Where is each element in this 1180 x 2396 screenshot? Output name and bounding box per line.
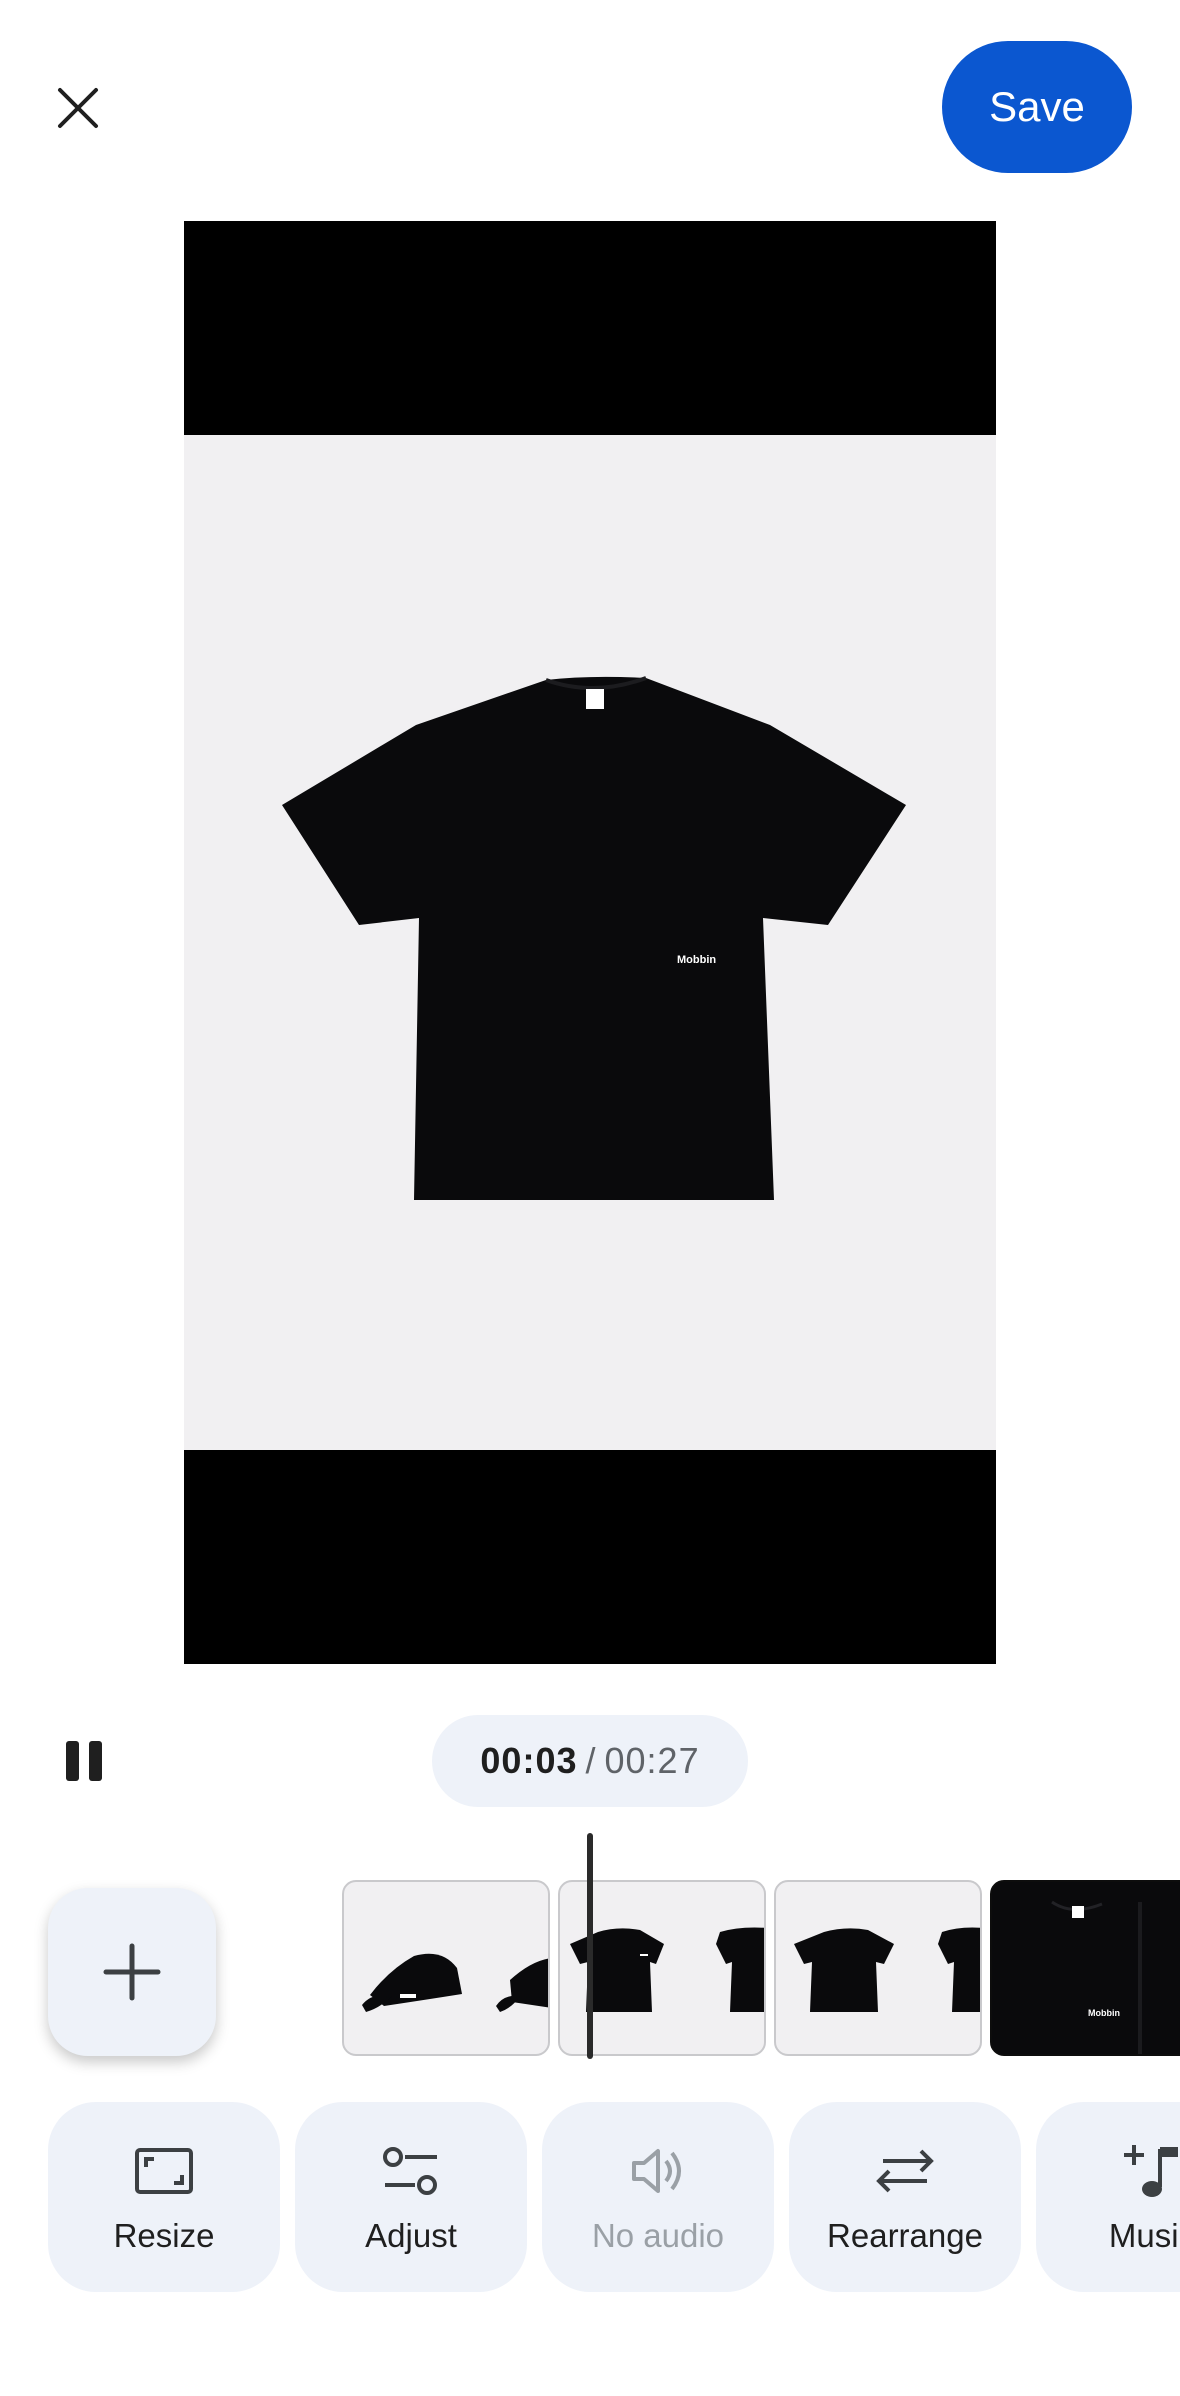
adjust-tool-button[interactable]: Adjust	[295, 2102, 527, 2292]
save-button[interactable]: Save	[942, 41, 1132, 173]
adjust-label: Adjust	[365, 2217, 457, 2254]
no-audio-label: No audio	[591, 2217, 725, 2254]
clip-cap[interactable]	[342, 1880, 550, 2056]
no-audio-tool-button[interactable]: No audio	[542, 2102, 774, 2292]
close-button[interactable]	[38, 68, 118, 148]
pause-button[interactable]	[60, 1733, 108, 1789]
clip-tshirt-2[interactable]	[774, 1880, 982, 2056]
plus-icon	[103, 1943, 161, 2001]
tshirt-closeup-thumbnail: Mobbin	[992, 1882, 1180, 2054]
shirt-brand-text: Mobbin	[677, 954, 716, 966]
pause-icon-bar	[89, 1741, 102, 1781]
add-clip-button[interactable]	[48, 1888, 216, 2056]
closeup-brand-text: Mobbin	[1088, 2008, 1120, 2018]
video-preview: Mobbin	[184, 221, 996, 1664]
resize-label: Resize	[113, 2217, 215, 2254]
timeline-clips: Mobbin	[342, 1880, 1180, 2060]
clip-tshirt-closeup[interactable]: Mobbin	[990, 1880, 1180, 2056]
swap-icon	[876, 2149, 934, 2193]
music-label: Music	[1108, 2217, 1180, 2254]
resize-icon	[135, 2148, 193, 2194]
cap-thumbnail	[362, 1953, 548, 2012]
rearrange-tool-button[interactable]: Rearrange	[789, 2102, 1021, 2292]
music-tool-button[interactable]: Music	[1036, 2102, 1180, 2292]
tshirt-thumbnail	[794, 1927, 980, 2012]
tshirt-image: Mobbin	[282, 676, 906, 1200]
time-display: 00:03 / 00:27	[432, 1715, 748, 1807]
pause-icon	[66, 1741, 79, 1781]
tools-row: Resize Adjust No audio Rearrange Musi	[0, 2102, 1180, 2294]
total-time: 00:27	[604, 1740, 700, 1781]
adjust-icon	[383, 2147, 437, 2195]
volume-icon	[632, 2149, 681, 2193]
preview-frame: Mobbin	[184, 435, 996, 1450]
time-separator: /	[585, 1740, 597, 1781]
resize-tool-button[interactable]: Resize	[48, 2102, 280, 2292]
rearrange-label: Rearrange	[827, 2217, 983, 2254]
current-time: 00:03	[480, 1740, 578, 1781]
close-icon	[58, 88, 98, 128]
music-add-icon	[1124, 2145, 1178, 2197]
playhead[interactable]	[587, 1833, 593, 2059]
